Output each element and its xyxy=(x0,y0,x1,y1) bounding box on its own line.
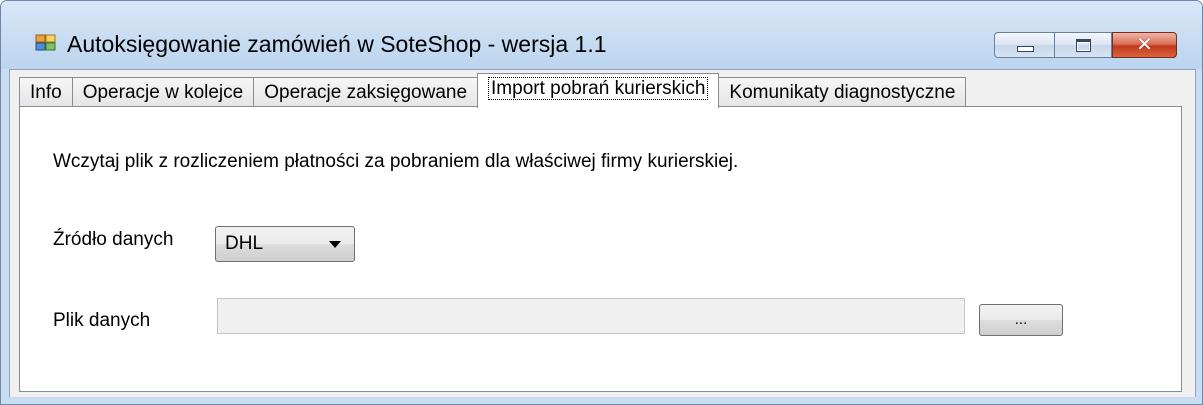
source-dropdown-value: DHL xyxy=(225,233,264,254)
maximize-button[interactable] xyxy=(1054,32,1112,58)
tab-diagnostic-messages-label: Komunikaty diagnostyczne xyxy=(729,82,956,103)
maximize-icon xyxy=(1076,39,1091,52)
close-icon: ✕ xyxy=(1136,32,1153,56)
instruction-text: Wczytaj plik z rozliczeniem płatności za… xyxy=(53,151,739,172)
caption-buttons: ✕ xyxy=(994,32,1177,58)
app-window: Autoksięgowanie zamówień w SoteShop - we… xyxy=(0,0,1203,405)
title-bar[interactable]: Autoksięgowanie zamówień w SoteShop - we… xyxy=(1,1,1202,69)
source-label: Źródło danych xyxy=(53,229,174,250)
app-window-icon xyxy=(35,33,57,53)
minimize-icon xyxy=(1017,46,1034,52)
tab-info-label: Info xyxy=(30,82,62,103)
tab-diagnostic-messages[interactable]: Komunikaty diagnostyczne xyxy=(718,77,967,107)
tab-queued-operations[interactable]: Operacje w kolejce xyxy=(71,77,255,107)
tab-courier-import-label: Import pobrań kurierskich xyxy=(488,77,709,100)
window-bottom-border xyxy=(1,397,1202,404)
tab-posted-operations[interactable]: Operacje zaksięgowane xyxy=(253,77,479,107)
tab-info[interactable]: Info xyxy=(19,77,73,107)
source-dropdown[interactable]: DHL xyxy=(215,226,355,262)
tab-courier-import[interactable]: Import pobrań kurierskich xyxy=(477,73,720,108)
chevron-down-icon xyxy=(329,241,341,248)
tab-strip: Info Operacje w kolejce Operacje zaksięg… xyxy=(19,73,967,108)
tab-queued-operations-label: Operacje w kolejce xyxy=(82,82,244,103)
window-title: Autoksięgowanie zamówień w SoteShop - we… xyxy=(67,31,607,57)
browse-button[interactable]: ... xyxy=(979,304,1063,336)
file-label: Plik danych xyxy=(53,310,151,331)
file-path-input[interactable] xyxy=(217,298,965,334)
minimize-button[interactable] xyxy=(994,32,1054,58)
tab-panel-courier-import: Wczytaj plik z rozliczeniem płatności za… xyxy=(19,106,1182,392)
close-button[interactable]: ✕ xyxy=(1112,32,1177,58)
tab-posted-operations-label: Operacje zaksięgowane xyxy=(264,82,468,103)
